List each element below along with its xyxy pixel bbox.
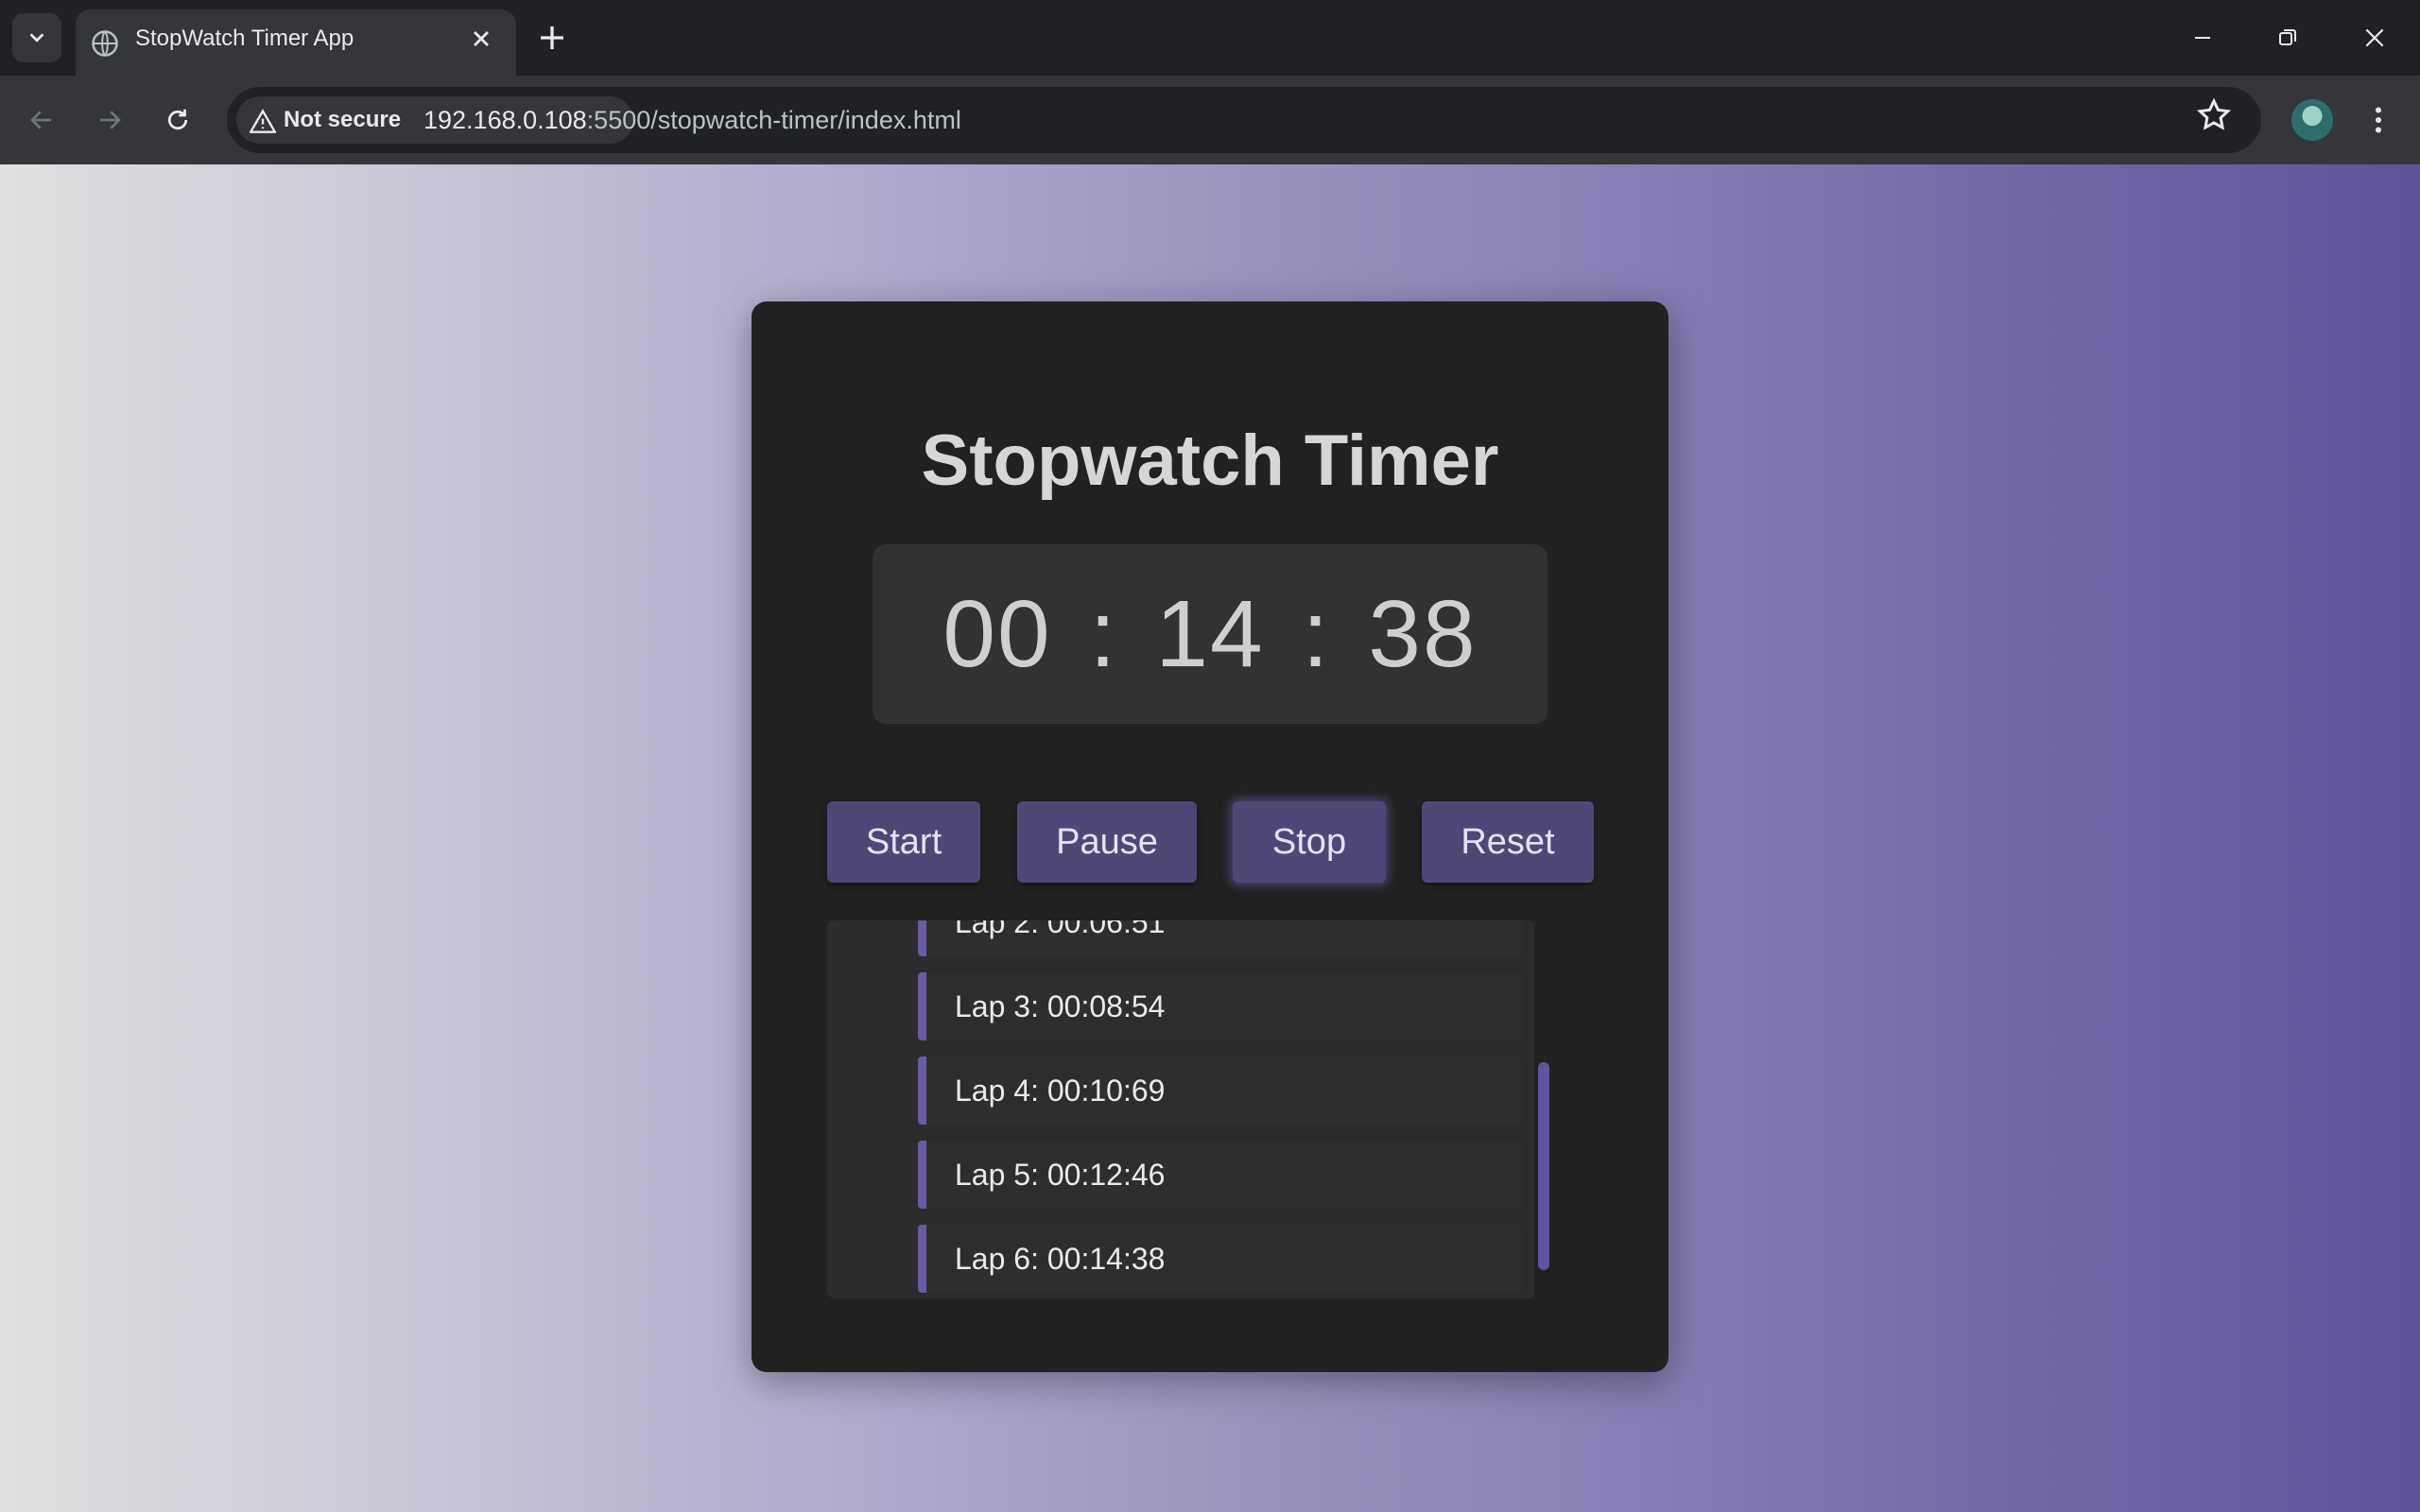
lap-label: Lap 2: 00:06:51 xyxy=(955,920,1166,939)
browser-tab-bar: StopWatch Timer App xyxy=(0,0,2420,76)
tab-title: StopWatch Timer App xyxy=(135,26,354,51)
chevron-down-icon xyxy=(29,33,44,43)
page-viewport: Stopwatch Timer 00 : 14 : 38 Start Pause… xyxy=(0,164,2420,1512)
lap-label: Lap 6: 00:14:38 xyxy=(955,1242,1166,1276)
reset-button[interactable]: Reset xyxy=(1422,801,1594,883)
reload-icon xyxy=(167,109,188,130)
close-icon[interactable] xyxy=(468,26,494,52)
start-button[interactable]: Start xyxy=(827,801,980,883)
forward-arrow-icon xyxy=(100,111,121,129)
browser-toolbar: Not secure 192.168.0.108:5500/stopwatch-… xyxy=(0,76,2420,164)
stopwatch-card: Stopwatch Timer 00 : 14 : 38 Start Pause… xyxy=(752,301,1668,1372)
minimize-button[interactable] xyxy=(2182,17,2223,59)
back-arrow-icon xyxy=(30,111,51,129)
list-item: Lap 2: 00:06:51 xyxy=(918,920,1523,956)
minimize-icon xyxy=(2195,37,2210,39)
lap-label: Lap 4: 00:10:69 xyxy=(955,1074,1166,1108)
forward-button[interactable] xyxy=(91,101,129,139)
globe-icon xyxy=(92,30,118,57)
url-text[interactable]: 192.168.0.108:5500/stopwatch-timer/index… xyxy=(424,87,961,153)
list-item: Lap 5: 00:12:46 xyxy=(918,1141,1523,1209)
url-path: :5500/stopwatch-timer/index.html xyxy=(586,106,961,134)
lap-label: Lap 5: 00:12:46 xyxy=(955,1158,1166,1192)
warning-icon xyxy=(250,109,276,133)
hours-value: 00 xyxy=(942,580,1052,687)
window-close-button[interactable] xyxy=(2354,17,2395,59)
time-separator: : xyxy=(1302,580,1331,687)
list-item: Lap 6: 00:14:38 xyxy=(918,1225,1523,1293)
window-close-icon xyxy=(2365,28,2384,47)
lap-list[interactable]: Lap 2: 00:06:51 Lap 3: 00:08:54 Lap 4: 0… xyxy=(827,920,1536,1298)
list-item: Lap 4: 00:10:69 xyxy=(918,1057,1523,1125)
security-label: Not secure xyxy=(284,107,402,132)
lap-label: Lap 3: 00:08:54 xyxy=(955,989,1166,1023)
profile-avatar[interactable] xyxy=(2291,99,2333,141)
browser-tab-active[interactable]: StopWatch Timer App xyxy=(76,9,516,76)
restore-button[interactable] xyxy=(2267,17,2308,59)
stop-button[interactable]: Stop xyxy=(1233,801,1386,883)
more-vert-icon[interactable] xyxy=(2361,101,2395,139)
address-bar[interactable]: Not secure 192.168.0.108:5500/stopwatch-… xyxy=(227,87,2261,153)
back-button[interactable] xyxy=(23,101,60,139)
pause-button[interactable]: Pause xyxy=(1017,801,1197,883)
tab-search-button[interactable] xyxy=(12,13,61,62)
star-icon[interactable] xyxy=(2195,96,2233,134)
seconds-value: 38 xyxy=(1368,580,1478,687)
page-title: Stopwatch Timer xyxy=(921,421,1499,501)
plus-icon[interactable] xyxy=(535,21,569,55)
reload-button[interactable] xyxy=(159,101,197,139)
lap-scroll-thumb[interactable] xyxy=(1538,1062,1549,1270)
minutes-value: 14 xyxy=(1155,580,1265,687)
time-display: 00 : 14 : 38 xyxy=(873,544,1547,724)
url-host: 192.168.0.108 xyxy=(424,106,587,134)
restore-icon xyxy=(2279,29,2296,45)
time-separator: : xyxy=(1089,580,1118,687)
list-item: Lap 3: 00:08:54 xyxy=(918,972,1523,1040)
